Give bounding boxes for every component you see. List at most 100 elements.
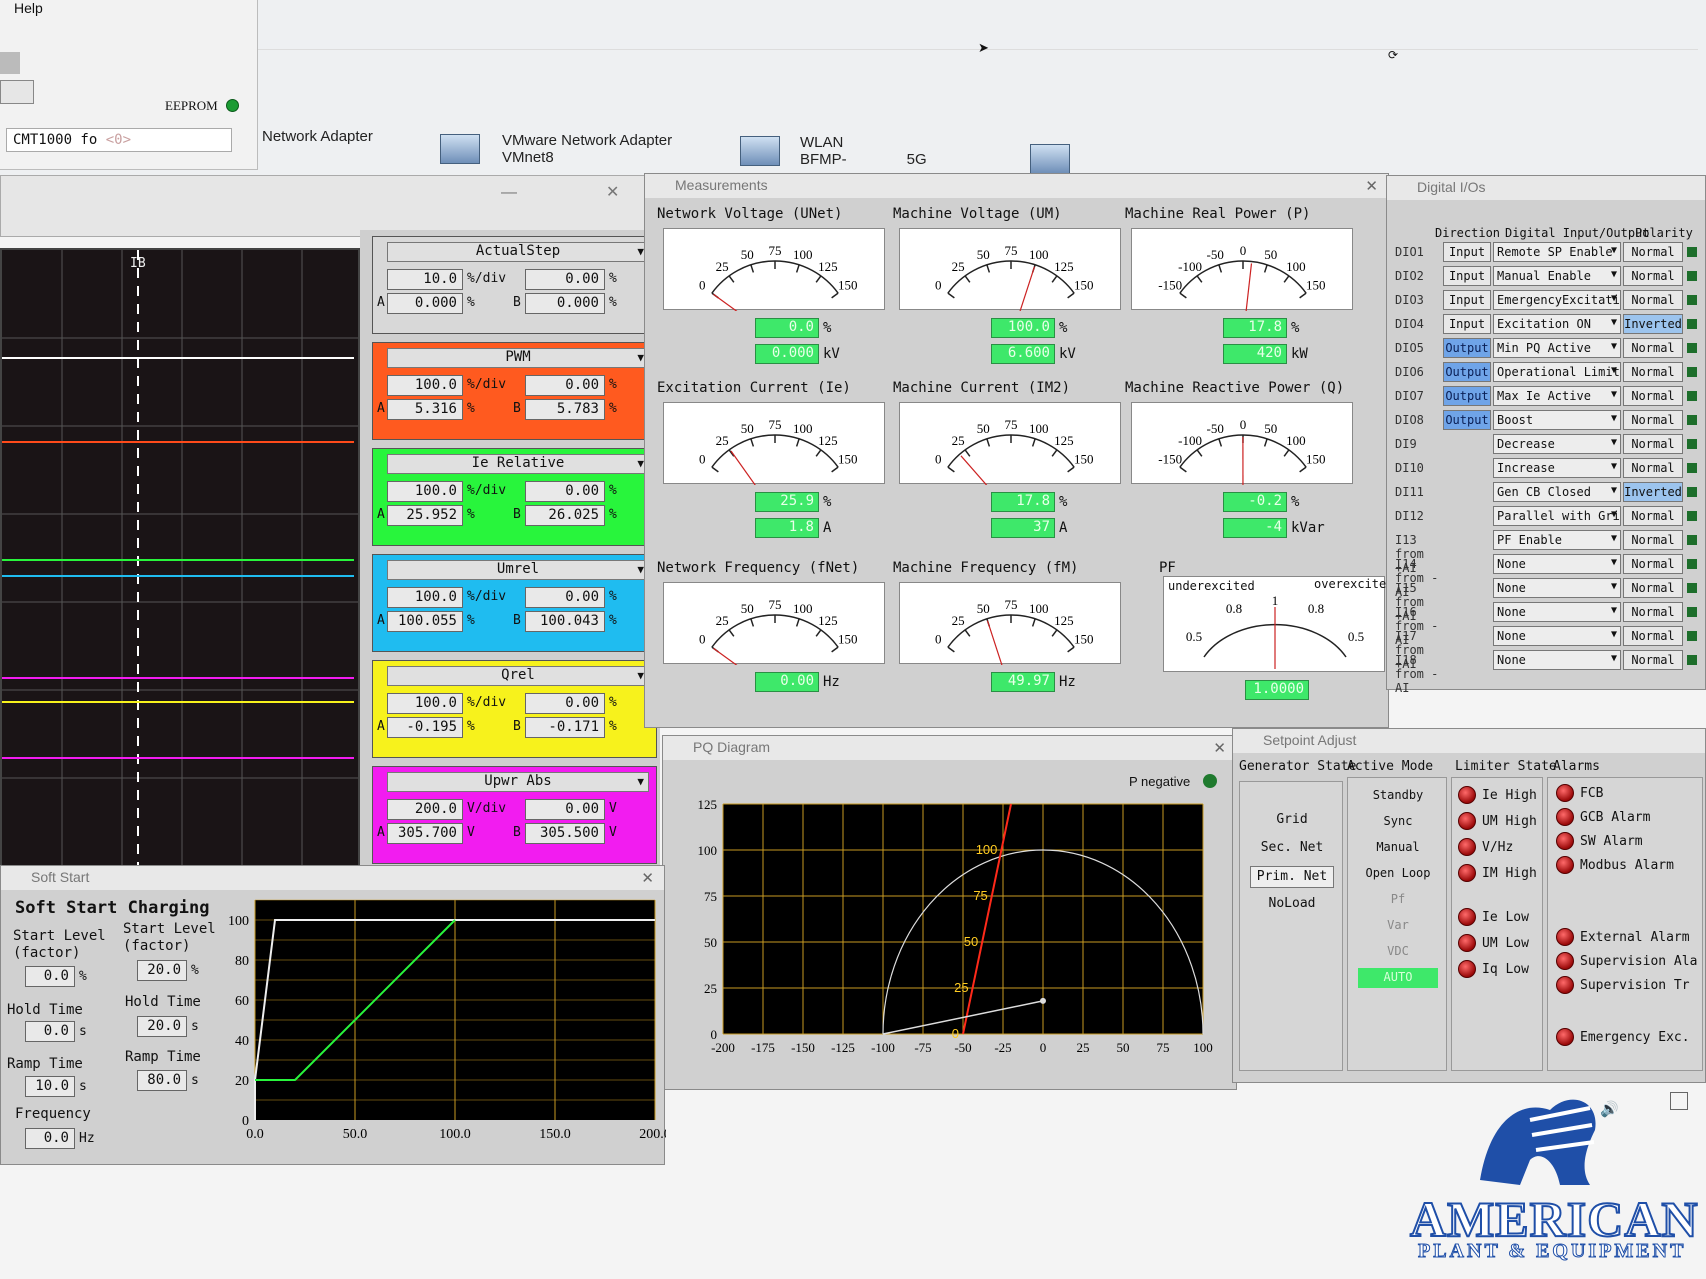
offset-input[interactable]: 0.00 — [525, 587, 605, 608]
active-mode-item[interactable]: Manual — [1358, 838, 1438, 858]
scale-input[interactable]: 100.0 — [387, 693, 463, 714]
dio-direction-select[interactable]: Output — [1443, 386, 1491, 406]
chevron-down-icon[interactable]: ▼ — [637, 563, 644, 576]
generator-state-item[interactable]: NoLoad — [1250, 894, 1334, 916]
channel-title[interactable]: Umrel ▼ — [387, 560, 649, 580]
active-mode-item[interactable]: VDC — [1358, 942, 1438, 962]
generator-state-item[interactable]: Grid — [1250, 810, 1334, 832]
dio-function-select[interactable]: Manual Enable ▼ — [1493, 266, 1621, 286]
offset-input[interactable]: 0.00 — [525, 269, 605, 290]
adapter-vmware[interactable]: VMware Network Adapter VMnet8 — [502, 132, 672, 166]
dio-polarity-toggle[interactable]: Normal — [1623, 602, 1683, 622]
chevron-down-icon[interactable]: ▼ — [637, 351, 644, 364]
channel-title[interactable]: ActualStep ▼ — [387, 242, 649, 262]
chevron-down-icon[interactable]: ▼ — [637, 457, 644, 470]
scale-input[interactable]: 100.0 — [387, 481, 463, 502]
chevron-down-icon[interactable]: ▼ — [1611, 293, 1617, 304]
dio-polarity-toggle[interactable]: Normal — [1623, 554, 1683, 574]
active-mode-item[interactable]: Open Loop — [1358, 864, 1438, 884]
scale-input[interactable]: 200.0 — [387, 799, 463, 820]
start-level2-input[interactable]: 20.0 — [137, 960, 187, 981]
dio-function-select[interactable]: Remote SP Enable ▼ — [1493, 242, 1621, 262]
dio-function-select[interactable]: Operational Limit ▼ — [1493, 362, 1621, 382]
refresh-icon[interactable]: ⟳ — [1388, 48, 1398, 62]
chevron-down-icon[interactable]: ▼ — [1611, 485, 1617, 496]
offset-input[interactable]: 0.00 — [525, 799, 605, 820]
dio-function-select[interactable]: Boost ▼ — [1493, 410, 1621, 430]
chevron-down-icon[interactable]: ▼ — [637, 245, 644, 258]
active-mode-item[interactable]: Pf — [1358, 890, 1438, 910]
dio-direction-select[interactable]: Output — [1443, 362, 1491, 382]
adapter-network[interactable]: Network Adapter — [262, 128, 373, 146]
minimize-icon[interactable]: — — [501, 184, 517, 202]
dio-direction-select[interactable]: Input — [1443, 266, 1491, 286]
dio-direction-select[interactable]: Output — [1443, 410, 1491, 430]
chevron-down-icon[interactable]: ▼ — [1611, 413, 1617, 424]
adapter-wlan[interactable]: WLAN BFMP- 5G — [800, 134, 927, 168]
dio-polarity-toggle[interactable]: Normal — [1623, 290, 1683, 310]
offset-input[interactable]: 0.00 — [525, 375, 605, 396]
dio-function-select[interactable]: Gen CB Closed ▼ — [1493, 482, 1621, 502]
chevron-down-icon[interactable]: ▼ — [1611, 245, 1617, 256]
channel-title[interactable]: Ie Relative ▼ — [387, 454, 649, 474]
dio-polarity-toggle[interactable]: Normal — [1623, 410, 1683, 430]
close-icon[interactable]: ✕ — [1365, 177, 1378, 195]
ramp2-input[interactable]: 80.0 — [137, 1070, 187, 1091]
channel-title[interactable]: Qrel ▼ — [387, 666, 649, 686]
channel-title[interactable]: PWM ▼ — [387, 348, 649, 368]
small-button[interactable] — [0, 80, 34, 104]
chevron-down-icon[interactable]: ▼ — [1611, 653, 1617, 664]
dio-polarity-toggle[interactable]: Normal — [1623, 650, 1683, 670]
offset-input[interactable]: 0.00 — [525, 481, 605, 502]
generator-state-item[interactable]: Prim. Net — [1250, 866, 1334, 888]
chevron-down-icon[interactable]: ▼ — [1611, 389, 1617, 400]
explorer-address-bar[interactable]: ➤ ⟳ — [258, 10, 1698, 62]
scale-input[interactable]: 10.0 — [387, 269, 463, 290]
start-level-input[interactable]: 0.0 — [25, 966, 75, 987]
dio-function-select[interactable]: PF Enable ▼ — [1493, 530, 1621, 550]
dio-polarity-toggle[interactable]: Normal — [1623, 506, 1683, 526]
dio-function-select[interactable]: None ▼ — [1493, 602, 1621, 622]
dio-function-select[interactable]: None ▼ — [1493, 626, 1621, 646]
dio-polarity-toggle[interactable]: Normal — [1623, 530, 1683, 550]
dio-function-select[interactable]: EmergencyExcitati ▼ — [1493, 290, 1621, 310]
chevron-down-icon[interactable]: ▼ — [1611, 365, 1617, 376]
oscilloscope-plot[interactable]: IB — [0, 248, 360, 878]
dio-polarity-toggle[interactable]: Inverted — [1623, 482, 1683, 502]
chevron-down-icon[interactable]: ▼ — [637, 775, 644, 788]
scale-input[interactable]: 100.0 — [387, 587, 463, 608]
active-mode-item[interactable]: Standby — [1358, 786, 1438, 806]
active-mode-item[interactable]: AUTO — [1358, 968, 1438, 988]
help-menu[interactable]: Help — [14, 0, 43, 16]
dio-direction-select[interactable]: Input — [1443, 290, 1491, 310]
channel-title[interactable]: Upwr Abs ▼ — [387, 772, 649, 792]
close-icon[interactable]: ✕ — [1213, 739, 1226, 757]
dio-direction-select[interactable]: Input — [1443, 314, 1491, 334]
chevron-down-icon[interactable]: ▼ — [1611, 317, 1617, 328]
chevron-down-icon[interactable]: ▼ — [1611, 629, 1617, 640]
dio-polarity-toggle[interactable]: Normal — [1623, 338, 1683, 358]
chevron-down-icon[interactable]: ▼ — [1611, 341, 1617, 352]
dio-function-select[interactable]: Increase ▼ — [1493, 458, 1621, 478]
close-icon[interactable]: ✕ — [641, 869, 654, 887]
generator-state-item[interactable]: Sec. Net — [1250, 838, 1334, 860]
chevron-down-icon[interactable]: ▼ — [1611, 461, 1617, 472]
chevron-down-icon[interactable]: ▼ — [1611, 605, 1617, 616]
device-combo[interactable]: CMT1000 fo <0> — [6, 128, 232, 152]
chevron-down-icon[interactable]: ▼ — [1611, 437, 1617, 448]
dio-function-select[interactable]: None ▼ — [1493, 650, 1621, 670]
dio-polarity-toggle[interactable]: Normal — [1623, 242, 1683, 262]
dio-function-select[interactable]: Decrease ▼ — [1493, 434, 1621, 454]
dio-polarity-toggle[interactable]: Normal — [1623, 362, 1683, 382]
chevron-down-icon[interactable]: ▼ — [1611, 269, 1617, 280]
active-mode-item[interactable]: Var — [1358, 916, 1438, 936]
offset-input[interactable]: 0.00 — [525, 693, 605, 714]
hold2-input[interactable]: 20.0 — [137, 1016, 187, 1037]
chevron-down-icon[interactable]: ▼ — [1611, 533, 1617, 544]
dio-direction-select[interactable]: Input — [1443, 242, 1491, 262]
chevron-down-icon[interactable]: ▼ — [637, 669, 644, 682]
ramp-input[interactable]: 10.0 — [25, 1076, 75, 1097]
frequency-input[interactable]: 0.0 — [25, 1128, 75, 1149]
scale-input[interactable]: 100.0 — [387, 375, 463, 396]
dio-polarity-toggle[interactable]: Inverted — [1623, 314, 1683, 334]
